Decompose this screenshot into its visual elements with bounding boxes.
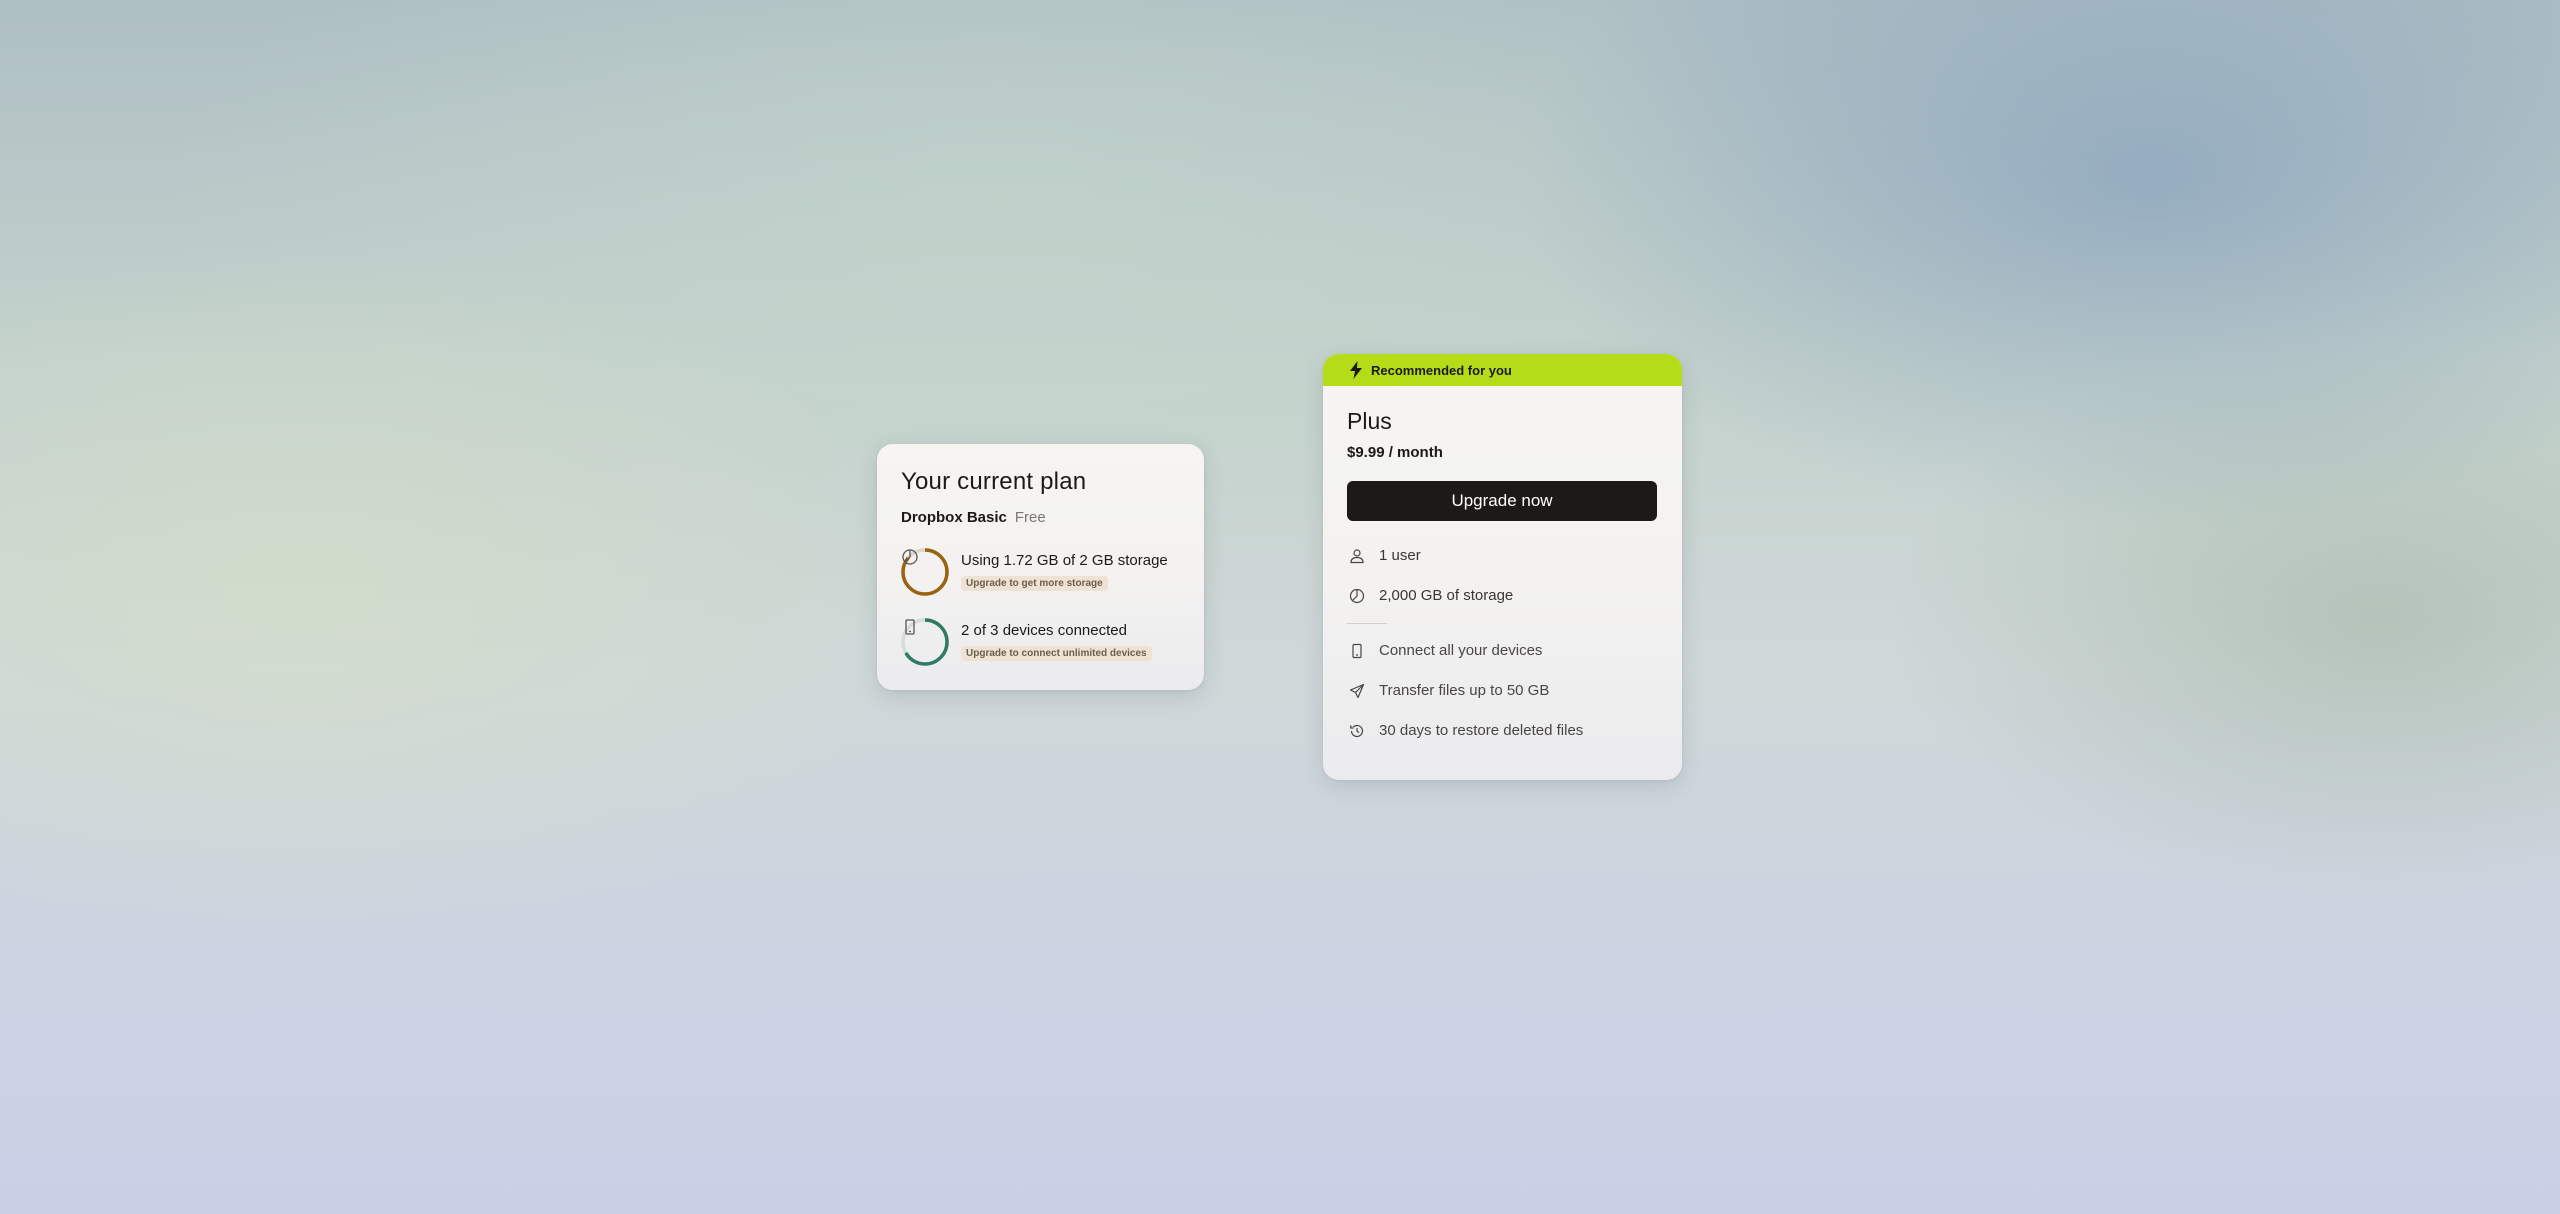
current-plan-card: Your current plan Dropbox Basic Free Usi… xyxy=(877,444,1204,690)
current-plan-price: Free xyxy=(1014,508,1046,526)
feature-label: Transfer files up to 50 GB xyxy=(1379,682,1550,700)
primary-features-list: 1 user 2,000 GB of storage xyxy=(1347,545,1658,607)
feature-item: 30 days to restore deleted files xyxy=(1347,720,1658,742)
phone-icon xyxy=(901,618,949,666)
plus-plan-price: $9.99 / month xyxy=(1347,443,1443,461)
recommended-banner: Recommended for you xyxy=(1323,354,1682,386)
feature-item: 1 user xyxy=(1347,545,1658,567)
upgrade-storage-badge[interactable]: Upgrade to get more storage xyxy=(961,576,1108,592)
feature-label: 2,000 GB of storage xyxy=(1379,587,1514,605)
feature-label: 30 days to restore deleted files xyxy=(1379,722,1584,740)
current-plan-title: Your current plan xyxy=(901,468,1087,495)
user-icon xyxy=(1347,548,1367,564)
phone-icon xyxy=(1347,643,1367,659)
devices-usage-ring xyxy=(901,618,949,666)
feature-item: 2,000 GB of storage xyxy=(1347,585,1658,607)
storage-icon xyxy=(1347,588,1367,604)
send-icon xyxy=(1347,683,1367,699)
storage-usage-ring xyxy=(901,548,949,596)
features-divider xyxy=(1347,622,1387,624)
feature-label: Connect all your devices xyxy=(1379,642,1543,660)
plus-plan-card: Recommended for you Plus $9.99 / month U… xyxy=(1323,354,1682,780)
recommended-label: Recommended for you xyxy=(1371,362,1512,378)
history-icon xyxy=(1347,723,1367,739)
plus-plan-name: Plus xyxy=(1347,408,1392,434)
pie-chart-icon xyxy=(901,548,949,596)
storage-usage-row: Using 1.72 GB of 2 GB storage Upgrade to… xyxy=(901,548,1180,596)
feature-label: 1 user xyxy=(1379,547,1421,565)
upgrade-now-button[interactable]: Upgrade now xyxy=(1347,480,1657,521)
devices-usage-row: 2 of 3 devices connected Upgrade to conn… xyxy=(901,618,1180,666)
feature-item: Transfer files up to 50 GB xyxy=(1347,680,1658,702)
devices-usage-text: 2 of 3 devices connected xyxy=(961,622,1127,640)
secondary-features-list: Connect all your devices Transfer files … xyxy=(1347,640,1658,742)
lightning-icon xyxy=(1349,361,1363,379)
storage-usage-text: Using 1.72 GB of 2 GB storage xyxy=(961,552,1168,570)
feature-item: Connect all your devices xyxy=(1347,640,1658,662)
upgrade-devices-badge[interactable]: Upgrade to connect unlimited devices xyxy=(961,646,1152,662)
current-plan-name: Dropbox Basic xyxy=(901,508,1007,526)
current-plan-summary: Dropbox Basic Free xyxy=(901,509,1180,526)
